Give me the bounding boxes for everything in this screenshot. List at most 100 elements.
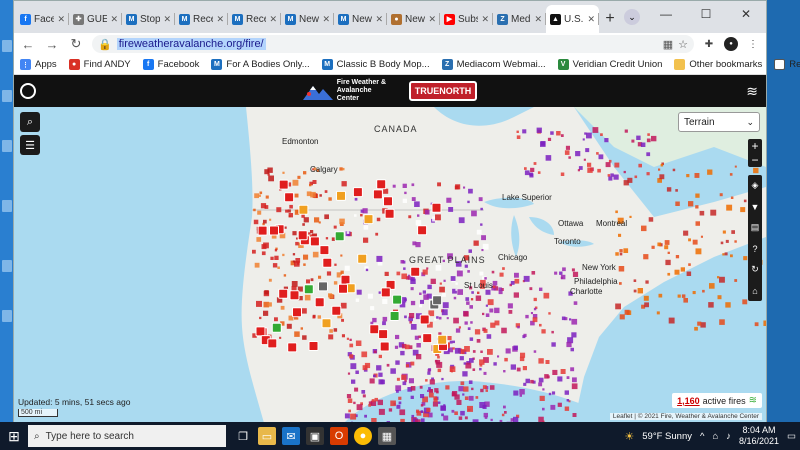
tab-close-icon[interactable]: ✕ xyxy=(375,14,383,25)
windows-start-icon[interactable]: ⊞ xyxy=(0,422,28,450)
bookmark-item[interactable]: V Veridian Credit Union xyxy=(557,59,662,70)
back-icon[interactable]: ← xyxy=(20,37,36,52)
site-logo[interactable]: Fire Weather & Avalanche Center xyxy=(302,79,395,103)
tab-1[interactable]: ✚GUES✕ xyxy=(69,5,122,33)
url-text[interactable]: fireweatheravalanche.org/fire/ xyxy=(116,38,266,50)
tab-7[interactable]: ● New ✕ xyxy=(387,5,440,33)
tab-search-icon[interactable]: ⌄ xyxy=(624,9,640,25)
profile-avatar[interactable]: ● xyxy=(724,37,738,51)
fire-marker-icon xyxy=(357,253,368,264)
weather-text[interactable]: 59°F Sunny xyxy=(642,431,692,442)
bookmark-item[interactable]: ● Find ANDY xyxy=(68,59,131,70)
mopar-icon: M xyxy=(211,59,223,70)
mail-icon[interactable]: ✉ xyxy=(282,427,300,445)
chrome-icon[interactable]: ● xyxy=(354,427,372,445)
desktop-icon[interactable] xyxy=(2,260,12,272)
tab-0[interactable]: fFaceb✕ xyxy=(16,5,69,33)
chevron-up-icon[interactable]: ^ xyxy=(700,431,704,442)
filter-icon[interactable]: ▼ xyxy=(748,196,762,217)
desktop-icon[interactable] xyxy=(2,310,12,322)
tab-8[interactable]: ▶ Subs ✕ xyxy=(440,5,493,33)
tab-label: GUES xyxy=(87,13,108,25)
layers-icon[interactable]: ≋ xyxy=(746,83,758,100)
task-view-icon[interactable]: ❐ xyxy=(234,427,252,445)
search-icon[interactable]: ⌕ xyxy=(20,112,40,132)
tab-close-icon[interactable]: ✕ xyxy=(534,14,542,25)
reload-icon[interactable]: ↻ xyxy=(68,36,84,52)
maximize-icon[interactable]: ☐ xyxy=(686,1,726,27)
fire-marker-icon xyxy=(389,311,400,321)
tab-strip: fFaceb✕✚GUES✕MStop✕MRece✕MRece✕MNew✕MNew… xyxy=(14,1,766,33)
star-icon[interactable]: ☆ xyxy=(678,38,688,51)
clock[interactable]: 8:04 AM 8/16/2021 xyxy=(739,425,779,447)
menu-icon[interactable]: ⋮ xyxy=(746,37,760,51)
truenorth-logo[interactable]: TRUENORTH xyxy=(408,81,478,101)
store-icon[interactable]: ▣ xyxy=(306,427,324,445)
bookmark-item[interactable]: Z Mediacom Webmai... xyxy=(441,59,546,70)
help-icon[interactable]: ? xyxy=(748,238,762,259)
file-explorer-icon[interactable]: ▭ xyxy=(258,427,276,445)
user-icon[interactable] xyxy=(20,83,36,99)
desktop-icon[interactable] xyxy=(2,90,12,102)
tab-6[interactable]: M New ✕ xyxy=(334,5,387,33)
tab-close-icon[interactable]: ✕ xyxy=(269,14,277,25)
desktop-icon[interactable] xyxy=(2,40,12,52)
lock-icon[interactable]: 🔒 xyxy=(98,38,112,51)
bookmark-item[interactable]: M For A Bodies Only... xyxy=(211,59,310,70)
fire-marker-icon xyxy=(314,297,325,308)
desktop-icon[interactable] xyxy=(2,140,12,152)
fire-marker-icon xyxy=(298,204,309,215)
fire-marker-icon xyxy=(297,230,308,241)
tab-3[interactable]: MRece✕ xyxy=(175,5,228,33)
taskbar-search[interactable]: ⌕ Type here to search xyxy=(28,425,226,447)
zoom-in-icon[interactable]: + xyxy=(748,139,762,153)
tab-4[interactable]: MRece✕ xyxy=(228,5,281,33)
tab-close-icon[interactable]: ✕ xyxy=(587,14,595,25)
tab-close-icon[interactable]: ✕ xyxy=(163,14,171,25)
other-bookmarks[interactable]: Other bookmarks xyxy=(674,59,762,70)
tab-close-icon[interactable]: ✕ xyxy=(216,14,224,25)
tab-5[interactable]: M New ✕ xyxy=(281,5,334,33)
tab-9[interactable]: Z Medi ✕ xyxy=(493,5,546,33)
tab-close-icon[interactable]: ✕ xyxy=(481,14,489,25)
bookmark-label: For A Bodies Only... xyxy=(226,59,310,70)
tab-2[interactable]: M Stop ✕ xyxy=(122,5,175,33)
close-icon[interactable]: ✕ xyxy=(726,1,766,27)
list-icon[interactable]: ☰ xyxy=(20,135,40,155)
layer-select[interactable]: Terrain ⌄ xyxy=(678,112,760,132)
volume-icon[interactable]: ♪ xyxy=(726,431,731,442)
bookmark-item[interactable]: f Facebook xyxy=(142,59,199,70)
qr-icon[interactable]: ▦ xyxy=(663,38,673,51)
tab-10[interactable]: ▲ U.S. ✕ xyxy=(546,5,599,33)
forward-icon[interactable]: → xyxy=(44,37,60,52)
new-tab-button[interactable]: + xyxy=(599,5,621,33)
bookmark-item[interactable]: M Classic B Body Mop... xyxy=(321,59,430,70)
extensions-icon[interactable]: ✚ xyxy=(702,37,716,51)
veridian-icon: V xyxy=(557,59,569,70)
refresh-icon[interactable]: ↻ xyxy=(748,259,762,280)
minimize-icon[interactable]: — xyxy=(646,1,686,27)
fire-map[interactable]: CANADA Edmonton Calgary Lake Superior Ot… xyxy=(14,107,766,423)
office-icon[interactable]: O xyxy=(330,427,348,445)
agency-icon[interactable]: ⌂ xyxy=(748,280,762,301)
tab-close-icon[interactable]: ✕ xyxy=(110,14,118,25)
bookmark-item[interactable]: ⋮ Apps xyxy=(20,59,57,70)
active-fires-count[interactable]: 1,160 xyxy=(677,396,700,406)
legend-icon[interactable]: ▤ xyxy=(748,217,762,238)
zoom-out-icon[interactable]: − xyxy=(748,153,762,167)
network-icon[interactable]: ⌂ xyxy=(712,431,718,442)
tab-close-icon[interactable]: ✕ xyxy=(428,14,436,25)
map-label-ottawa: Ottawa xyxy=(558,219,584,228)
bookmarks-bar: ⋮ Apps ● Find ANDY f Facebook M For A Bodies On… xyxy=(14,55,800,75)
tab-close-icon[interactable]: ✕ xyxy=(57,14,65,25)
active-fires-box: 1,160 active fires ≋ xyxy=(672,393,762,408)
app-icon[interactable]: ▦ xyxy=(378,427,396,445)
search-icon: ⌕ xyxy=(34,430,40,442)
desktop-icon[interactable] xyxy=(2,200,12,212)
address-bar[interactable]: 🔒 fireweatheravalanche.org/fire/ ▦ ☆ xyxy=(92,35,694,53)
facebook-icon: f xyxy=(142,59,154,70)
tab-close-icon[interactable]: ✕ xyxy=(322,14,330,25)
locate-icon[interactable]: ◈ xyxy=(748,175,762,196)
reading-list[interactable]: Reading list xyxy=(774,59,800,70)
notifications-icon[interactable]: ▭ xyxy=(787,431,796,442)
